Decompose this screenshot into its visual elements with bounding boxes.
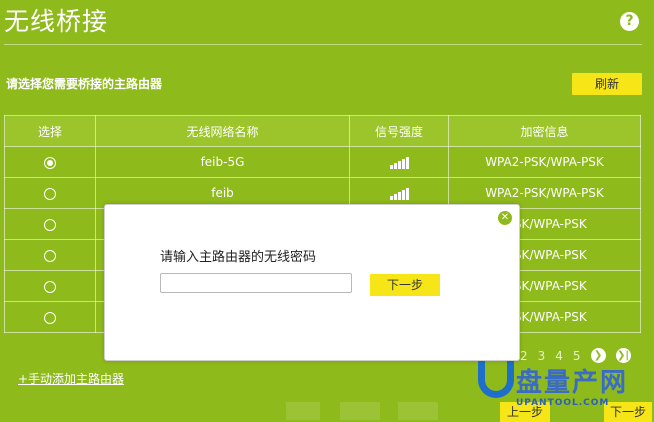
faded-block [398, 402, 438, 420]
signal-strength-icon [389, 187, 409, 200]
column-header-signal: 信号强度 [349, 115, 449, 147]
page-title: 无线桥接 [4, 7, 109, 36]
select-radio[interactable] [44, 187, 56, 200]
select-cell [4, 208, 96, 240]
faded-block [340, 402, 380, 420]
close-icon[interactable]: ✕ [498, 211, 512, 225]
watermark-url: UPANTOOL.COM [516, 398, 610, 408]
faded-block [286, 402, 320, 420]
manual-add-router-link[interactable]: +手动添加主路由器 [18, 370, 124, 387]
title-divider [4, 44, 642, 45]
select-radio[interactable] [44, 218, 56, 231]
ssid-cell: feib-5G [95, 146, 350, 178]
password-input[interactable] [160, 273, 352, 293]
select-cell [4, 270, 96, 302]
select-cell [4, 146, 96, 178]
refresh-button[interactable]: 刷新 [572, 73, 642, 95]
signal-cell [349, 146, 449, 178]
select-radio[interactable] [44, 311, 56, 324]
watermark-brand: 盘量产网 [516, 368, 629, 398]
question-icon[interactable]: ? [620, 12, 639, 31]
column-header-encryption: 加密信息 [448, 115, 641, 147]
select-cell [4, 301, 96, 333]
select-radio[interactable] [44, 280, 56, 293]
column-header-select: 选择 [4, 115, 96, 147]
password-prompt: 请输入主路由器的无线密码 [160, 250, 317, 265]
password-dialog: ✕ 请输入主路由器的无线密码 下一步 [104, 204, 520, 361]
column-header-ssid: 无线网络名称 [95, 115, 350, 147]
table-row[interactable]: feib-5G WPA2-PSK/WPA-PSK [4, 146, 641, 178]
select-radio[interactable] [44, 249, 56, 262]
table-header-row: 选择 无线网络名称 信号强度 加密信息 [4, 115, 641, 147]
u-logo-icon [478, 360, 514, 398]
select-cell [4, 177, 96, 209]
encryption-cell: WPA2-PSK/WPA-PSK [448, 146, 641, 178]
select-cell [4, 239, 96, 271]
select-radio[interactable] [44, 156, 56, 169]
watermark-logo: 盘量产网 UPANTOOL.COM [478, 352, 638, 412]
signal-strength-icon [389, 156, 409, 169]
dialog-next-button[interactable]: 下一步 [370, 274, 440, 296]
instruction-text: 请选择您需要桥接的主路由器 [6, 77, 163, 91]
